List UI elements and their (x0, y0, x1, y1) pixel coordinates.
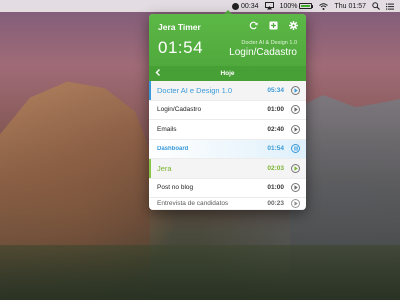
play-icon (294, 201, 298, 206)
entry-name: Post no blog (157, 184, 194, 192)
spotlight-menu[interactable] (372, 2, 380, 10)
settings-button[interactable] (289, 21, 298, 30)
airplay-icon (264, 2, 274, 10)
header-actions (249, 21, 298, 30)
project-row[interactable]: Jera 02:03 (149, 159, 306, 179)
current-project: Docter AI & Design 1.0 (241, 40, 297, 46)
clock-label: Thu 01:57 (334, 2, 366, 10)
chevron-left-icon (155, 69, 160, 76)
day-navigation: Hoje (149, 66, 306, 81)
play-button[interactable] (291, 199, 300, 208)
clock-menu[interactable]: Thu 01:57 (334, 3, 366, 10)
timer-header: Jera Timer 01:54 Docter AI & Design 1.0 … (149, 14, 306, 66)
play-icon (294, 107, 298, 112)
play-icon (294, 88, 298, 93)
pause-icon (293, 146, 298, 151)
entry-name: Docter AI e Design 1.0 (157, 85, 233, 95)
play-icon (294, 166, 298, 171)
day-label: Hoje (220, 70, 235, 77)
previous-day-button[interactable] (155, 69, 161, 78)
entry-time: 05:34 (267, 86, 284, 94)
entry-time: 01:00 (267, 106, 284, 114)
menubar-timer[interactable]: 00:34 (232, 2, 259, 10)
entry-name: Login/Cadastro (157, 106, 202, 114)
entry-name: Jera (157, 163, 172, 173)
add-box-icon (269, 21, 278, 30)
airplay-menu[interactable] (264, 2, 274, 10)
entry-time: 01:00 (267, 184, 284, 192)
active-task-row[interactable]: Dashboard 01:54 (149, 139, 306, 159)
search-icon (372, 2, 380, 10)
entry-name: Dashboard (157, 145, 189, 152)
battery-percent: 100% (279, 2, 298, 10)
timer-icon (232, 2, 240, 10)
task-row[interactable]: Post no blog 01:00 (149, 179, 306, 198)
task-row[interactable]: Entrevista de candidatos 00:23 (149, 198, 306, 210)
battery-menu[interactable]: 100% (280, 3, 314, 10)
task-row[interactable]: Emails 02:40 (149, 120, 306, 140)
current-task: Login/Cadastro (229, 47, 297, 58)
menu-bar: 00:34 100% Thu 01:57 (0, 0, 400, 12)
entry-time: 02:40 (267, 125, 284, 133)
task-row[interactable]: Login/Cadastro 01:00 (149, 101, 306, 120)
sync-button[interactable] (249, 21, 258, 30)
list-icon (386, 3, 394, 10)
entry-time: 01:54 (267, 145, 284, 153)
wifi-menu[interactable] (319, 2, 329, 10)
pause-button[interactable] (291, 144, 300, 154)
entry-time: 02:03 (267, 164, 284, 172)
menubar-timer-label: 00:34 (241, 2, 259, 10)
play-button[interactable] (291, 85, 300, 95)
play-button[interactable] (291, 105, 300, 115)
notification-center-menu[interactable] (386, 3, 394, 10)
play-button[interactable] (291, 124, 300, 134)
play-button[interactable] (291, 183, 300, 193)
app-title: Jera Timer (158, 22, 201, 32)
add-entry-button[interactable] (269, 21, 278, 30)
battery-icon (299, 3, 313, 9)
play-icon (294, 127, 298, 132)
wallpaper-trees (0, 245, 400, 300)
elapsed-time: 01:54 (158, 38, 204, 57)
play-icon (294, 185, 298, 190)
play-button[interactable] (291, 163, 300, 173)
entry-time: 00:23 (267, 200, 284, 207)
project-row[interactable]: Docter AI e Design 1.0 05:34 (149, 81, 306, 101)
refresh-icon (249, 21, 258, 30)
entries-list: Docter AI e Design 1.0 05:34 Login/Cadas… (149, 81, 306, 210)
jera-timer-popover: Jera Timer 01:54 Docter AI & Design 1.0 … (149, 14, 306, 210)
wifi-icon (319, 2, 329, 10)
gear-icon (289, 21, 298, 30)
entry-name: Entrevista de candidatos (157, 200, 229, 207)
entry-name: Emails (157, 125, 177, 133)
